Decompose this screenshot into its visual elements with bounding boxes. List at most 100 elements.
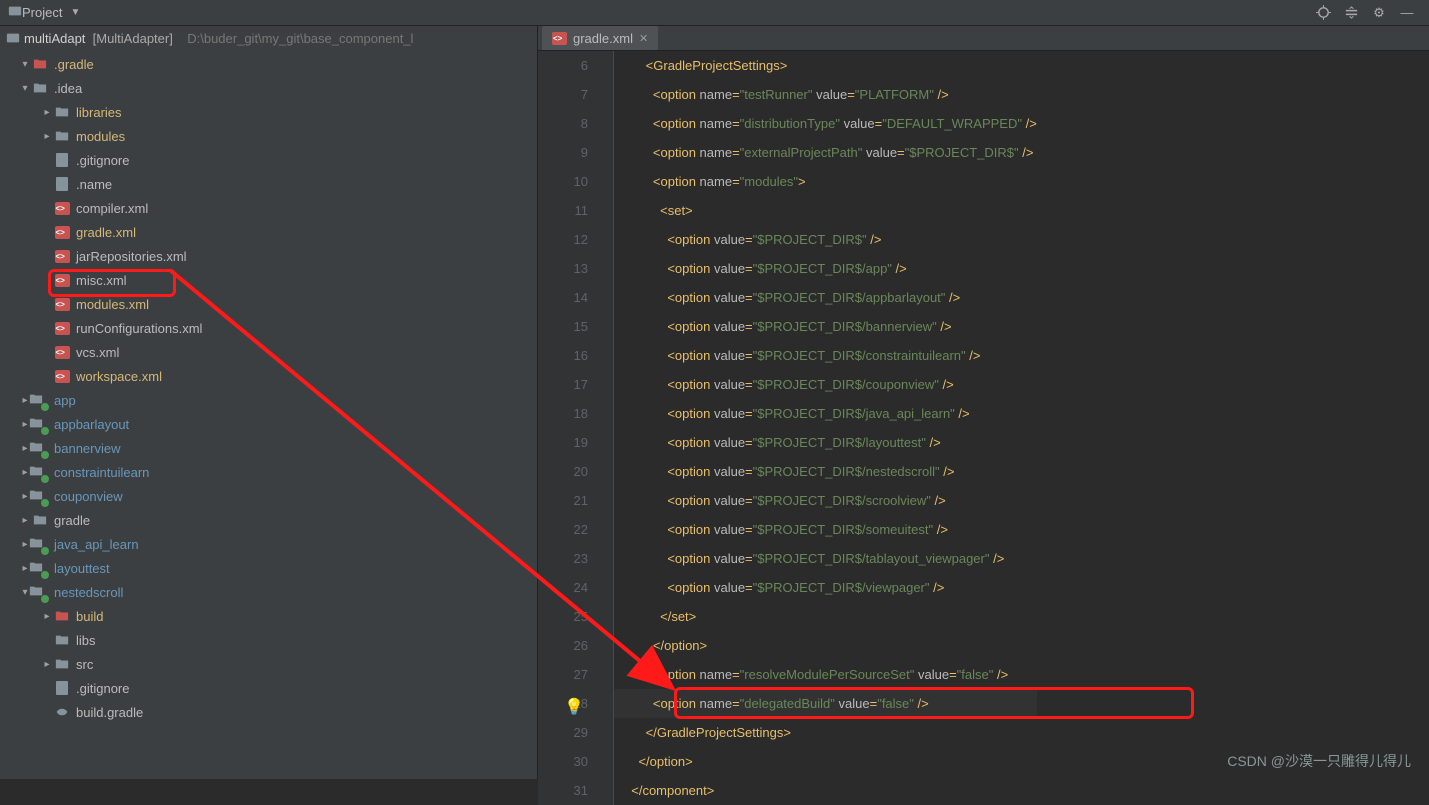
locate-icon[interactable] (1309, 2, 1337, 24)
tree-row[interactable]: build.gradle (0, 700, 537, 724)
tree-label: misc.xml (76, 273, 127, 288)
file-icon (32, 512, 48, 528)
tree-row[interactable]: ▸appbarlayout (0, 412, 537, 436)
file-icon (54, 224, 70, 240)
tree-arrow-icon[interactable]: ▸ (40, 659, 54, 670)
tree-row[interactable]: ▸ build (0, 604, 537, 628)
close-tab-icon[interactable]: ✕ (639, 32, 648, 45)
tree-label: compiler.xml (76, 201, 148, 216)
tree-label: modules (76, 129, 125, 144)
tree-label: .gitignore (76, 153, 129, 168)
tree-arrow-icon[interactable]: ▸ (40, 131, 54, 142)
editor-tab-gradle-xml[interactable]: gradle.xml ✕ (542, 26, 658, 50)
xml-file-icon (552, 32, 567, 45)
line-number-gutter: 6789101112131415161718192021222324252627… (538, 51, 598, 805)
project-dropdown-icon[interactable]: ▼ (70, 7, 80, 18)
code-area[interactable]: <GradleProjectSettings> <option name="te… (614, 51, 1037, 805)
tree-row[interactable]: runConfigurations.xml (0, 316, 537, 340)
file-icon (54, 704, 70, 720)
tree-label: bannerview (54, 441, 121, 456)
tree-row[interactable]: ▸couponview (0, 484, 537, 508)
file-icon (32, 584, 48, 600)
tree-label: app (54, 393, 76, 408)
file-icon (54, 656, 70, 672)
tree-row[interactable]: gradle.xml (0, 220, 537, 244)
tree-row[interactable]: jarRepositories.xml (0, 244, 537, 268)
file-icon (54, 344, 70, 360)
file-icon (54, 176, 70, 192)
watermark: CSDN @沙漠一只雕得儿得儿 (1227, 751, 1411, 771)
tree-row[interactable]: ▾ .gradle (0, 52, 537, 76)
breadcrumb: multiAdapt [MultiAdapter] D:\buder_git\m… (0, 26, 537, 50)
file-icon (54, 368, 70, 384)
tree-row[interactable]: misc.xml (0, 268, 537, 292)
file-icon (32, 416, 48, 432)
tree-label: jarRepositories.xml (76, 249, 187, 264)
tree-row[interactable]: ▸java_api_learn (0, 532, 537, 556)
tree-label: .gradle (54, 57, 94, 72)
tree-label: appbarlayout (54, 417, 129, 432)
collapse-all-icon[interactable] (1337, 2, 1365, 24)
file-tree[interactable]: ▾.gradle▾.idea▸libraries▸modules.gitigno… (0, 50, 537, 724)
tree-row[interactable]: .gitignore (0, 148, 537, 172)
tree-label: java_api_learn (54, 537, 139, 552)
tree-label: .idea (54, 81, 82, 96)
code-editor[interactable]: 6789101112131415161718192021222324252627… (538, 51, 1429, 805)
intention-bulb-icon[interactable]: 💡 (564, 693, 584, 722)
tree-row[interactable]: .gitignore (0, 676, 537, 700)
tree-label: runConfigurations.xml (76, 321, 202, 336)
project-tree-panel: multiAdapt [MultiAdapter] D:\buder_git\m… (0, 26, 538, 779)
tree-label: workspace.xml (76, 369, 162, 384)
tree-label: modules.xml (76, 297, 149, 312)
tree-label: build (76, 609, 103, 624)
file-icon (32, 464, 48, 480)
editor-tabbar: gradle.xml ✕ (538, 26, 1429, 51)
tree-label: build.gradle (76, 705, 143, 720)
tree-label: gradle.xml (76, 225, 136, 240)
file-icon (54, 200, 70, 216)
tree-label: .name (76, 177, 112, 192)
tree-label: couponview (54, 489, 123, 504)
tree-row[interactable]: ▸bannerview (0, 436, 537, 460)
tree-row[interactable]: ▸constraintuilearn (0, 460, 537, 484)
file-icon (54, 320, 70, 336)
project-title[interactable]: Project (22, 5, 68, 20)
tree-row[interactable]: workspace.xml (0, 364, 537, 388)
tree-row[interactable]: ▾nestedscroll (0, 580, 537, 604)
tree-row[interactable]: ▸ gradle (0, 508, 537, 532)
tree-row[interactable]: compiler.xml (0, 196, 537, 220)
tree-arrow-icon[interactable]: ▸ (40, 611, 54, 622)
tree-row[interactable]: .name (0, 172, 537, 196)
tree-row[interactable]: ▸src (0, 652, 537, 676)
tree-row[interactable]: ▸ libraries (0, 100, 537, 124)
hide-panel-icon[interactable]: — (1393, 2, 1421, 24)
file-icon (32, 440, 48, 456)
file-icon (54, 680, 70, 696)
tree-arrow-icon[interactable]: ▸ (40, 107, 54, 118)
project-toolbar: Project ▼ ⚙ — (0, 0, 1429, 26)
tree-row[interactable]: ▸app (0, 388, 537, 412)
file-icon (54, 272, 70, 288)
file-icon (54, 152, 70, 168)
tree-row[interactable]: ▸ modules (0, 124, 537, 148)
tree-row[interactable]: libs (0, 628, 537, 652)
tree-row[interactable]: ▾ .idea (0, 76, 537, 100)
file-icon (54, 128, 70, 144)
tree-row[interactable]: modules.xml (0, 292, 537, 316)
file-icon (32, 392, 48, 408)
tree-label: libraries (76, 105, 122, 120)
file-icon (54, 296, 70, 312)
project-icon (8, 4, 22, 21)
fold-gutter (598, 51, 614, 805)
tree-row[interactable]: ▸layouttest (0, 556, 537, 580)
tree-arrow-icon[interactable]: ▾ (18, 59, 32, 70)
tree-arrow-icon[interactable]: ▸ (18, 515, 32, 526)
tree-label: gradle (54, 513, 90, 528)
tree-label: vcs.xml (76, 345, 119, 360)
tree-row[interactable]: vcs.xml (0, 340, 537, 364)
file-icon (32, 80, 48, 96)
tree-arrow-icon[interactable]: ▾ (18, 83, 32, 94)
file-icon (54, 608, 70, 624)
settings-gear-icon[interactable]: ⚙ (1365, 2, 1393, 24)
file-icon (54, 104, 70, 120)
